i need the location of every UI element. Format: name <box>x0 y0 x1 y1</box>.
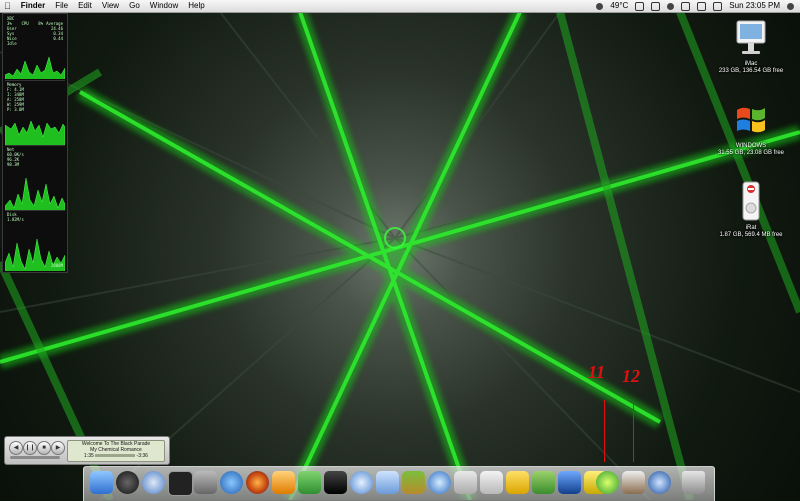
annotation-11: 11 <box>588 362 606 382</box>
cpu-row-idle: Idle <box>7 41 17 46</box>
desktop-icon-windows[interactable]: WINDOWS 31.55 GB, 23.08 GB free <box>706 100 796 157</box>
display-icon[interactable] <box>713 1 723 11</box>
annotation-line-12 <box>633 404 634 462</box>
terminal-icon[interactable] <box>168 471 193 496</box>
xcode-icon[interactable] <box>558 471 581 494</box>
previous-track-button[interactable]: ◀ <box>9 441 23 455</box>
apple-menu-icon[interactable]:  <box>4 0 11 12</box>
menu-go[interactable]: Go <box>129 0 140 12</box>
clapper-icon[interactable] <box>324 471 347 494</box>
desktop-wallpaper <box>0 12 800 500</box>
network-panel: Net 60.0K/s 96.2K 98.3M <box>5 145 65 210</box>
net-row-out: 98.3M <box>7 162 20 167</box>
fontbook-icon[interactable] <box>376 471 399 494</box>
itunes-controller-widget[interactable]: ◀ ❙❙ ■ ▶ Welcome To The Black Parade My … <box>4 436 170 465</box>
network-icon[interactable] <box>648 471 671 494</box>
battery-icon[interactable] <box>651 1 661 11</box>
next-track-button[interactable]: ▶ <box>51 441 65 455</box>
cpu-graph <box>5 56 65 79</box>
play-pause-button[interactable]: ❙❙ <box>23 441 37 455</box>
safari-icon[interactable] <box>142 471 165 494</box>
disk-panel: Disk 1.82M/s 2800M <box>5 210 65 271</box>
mail-icon[interactable] <box>454 471 477 494</box>
cpu-panel: XBC 3% CPU 8% User Sys Nice Idle Average… <box>5 15 65 79</box>
menu-window[interactable]: Window <box>150 0 178 12</box>
desktop-icon-windows-detail: 31.55 GB, 23.08 GB free <box>717 150 785 156</box>
ipod-icon <box>742 181 760 221</box>
network-graph <box>5 177 65 210</box>
address-book-icon[interactable] <box>480 471 503 494</box>
progress-bar[interactable] <box>95 454 136 458</box>
pineapple-icon[interactable] <box>402 471 425 494</box>
annotation-12: 12 <box>622 366 640 386</box>
system-monitor-widget[interactable]: XBC 3% CPU 8% User Sys Nice Idle Average… <box>2 13 68 273</box>
disk-footer: 2800M <box>50 263 63 268</box>
bluetooth-icon[interactable] <box>667 2 675 10</box>
system-prefs-icon[interactable] <box>194 471 217 494</box>
dock <box>83 466 715 501</box>
desktop-icon-imac-detail: 233 GB, 136.54 GB free <box>718 68 784 74</box>
browser-icon[interactable] <box>220 471 243 494</box>
annotation-line-11 <box>604 400 605 462</box>
disk-row-rate: 1.82M/s <box>7 217 24 222</box>
disk-utility-icon[interactable] <box>622 471 645 494</box>
wallpaper-art <box>0 12 800 500</box>
desktop-icon-imac[interactable]: iMac 233 GB, 136.54 GB free <box>706 18 796 75</box>
memory-row-pageouts: P: 3.0M <box>7 107 24 112</box>
firefox-icon[interactable] <box>246 471 269 494</box>
menu-app-name[interactable]: Finder <box>21 0 45 12</box>
menu-bar:  Finder File Edit View Go Window Help 4… <box>0 0 800 13</box>
volume-icon[interactable] <box>697 1 707 11</box>
volume-slider[interactable] <box>10 456 60 459</box>
menu-file[interactable]: File <box>55 0 68 12</box>
spotlight-icon[interactable] <box>787 2 794 10</box>
desktop-icon-windows-label: WINDOWS <box>735 143 767 149</box>
menu-view[interactable]: View <box>102 0 119 12</box>
menu-edit[interactable]: Edit <box>78 0 92 12</box>
memory-panel: Memory F: 4.1M I: 348M A: 258M W: 259M P… <box>5 80 65 145</box>
time-elapsed: 1:35 <box>84 453 94 459</box>
quicktime-icon[interactable] <box>428 471 451 494</box>
desktop-icon-irat-label: iRat <box>745 225 757 231</box>
pen-icon[interactable] <box>532 471 555 494</box>
imac-icon <box>736 20 766 54</box>
memory-graph <box>5 120 65 145</box>
trash-icon[interactable] <box>682 471 705 494</box>
status-app-icon[interactable] <box>596 2 604 10</box>
itunes-icon[interactable] <box>350 471 373 494</box>
cpu-val-3: 0.44 <box>53 36 63 41</box>
itunes-display: Welcome To The Black Parade My Chemical … <box>67 440 165 462</box>
desktop-icon-irat[interactable]: iRat 1.87 GB, 569.4 MB free <box>706 180 796 239</box>
menu-clock[interactable]: Sun 23:05 PM <box>729 0 780 12</box>
finder-icon[interactable] <box>90 471 113 494</box>
adium-icon[interactable] <box>272 471 295 494</box>
track-time: 1:35 -3:36 <box>68 453 164 459</box>
gnome-icon[interactable] <box>298 471 321 494</box>
circle-app-icon[interactable] <box>596 471 619 494</box>
office-icon[interactable] <box>506 471 529 494</box>
stop-button[interactable]: ■ <box>37 441 51 455</box>
temperature-readout[interactable]: 49°C <box>610 0 628 12</box>
desktop-icon-irat-detail: 1.87 GB, 569.4 MB free <box>719 232 783 238</box>
windows-logo-icon <box>737 107 765 133</box>
clock-status-icon[interactable] <box>635 1 645 11</box>
menu-help[interactable]: Help <box>188 0 204 12</box>
wifi-icon[interactable] <box>681 1 691 11</box>
dashboard-icon[interactable] <box>116 471 139 494</box>
time-remaining: -3:36 <box>136 453 148 459</box>
desktop-icon-imac-label: iMac <box>744 61 758 67</box>
